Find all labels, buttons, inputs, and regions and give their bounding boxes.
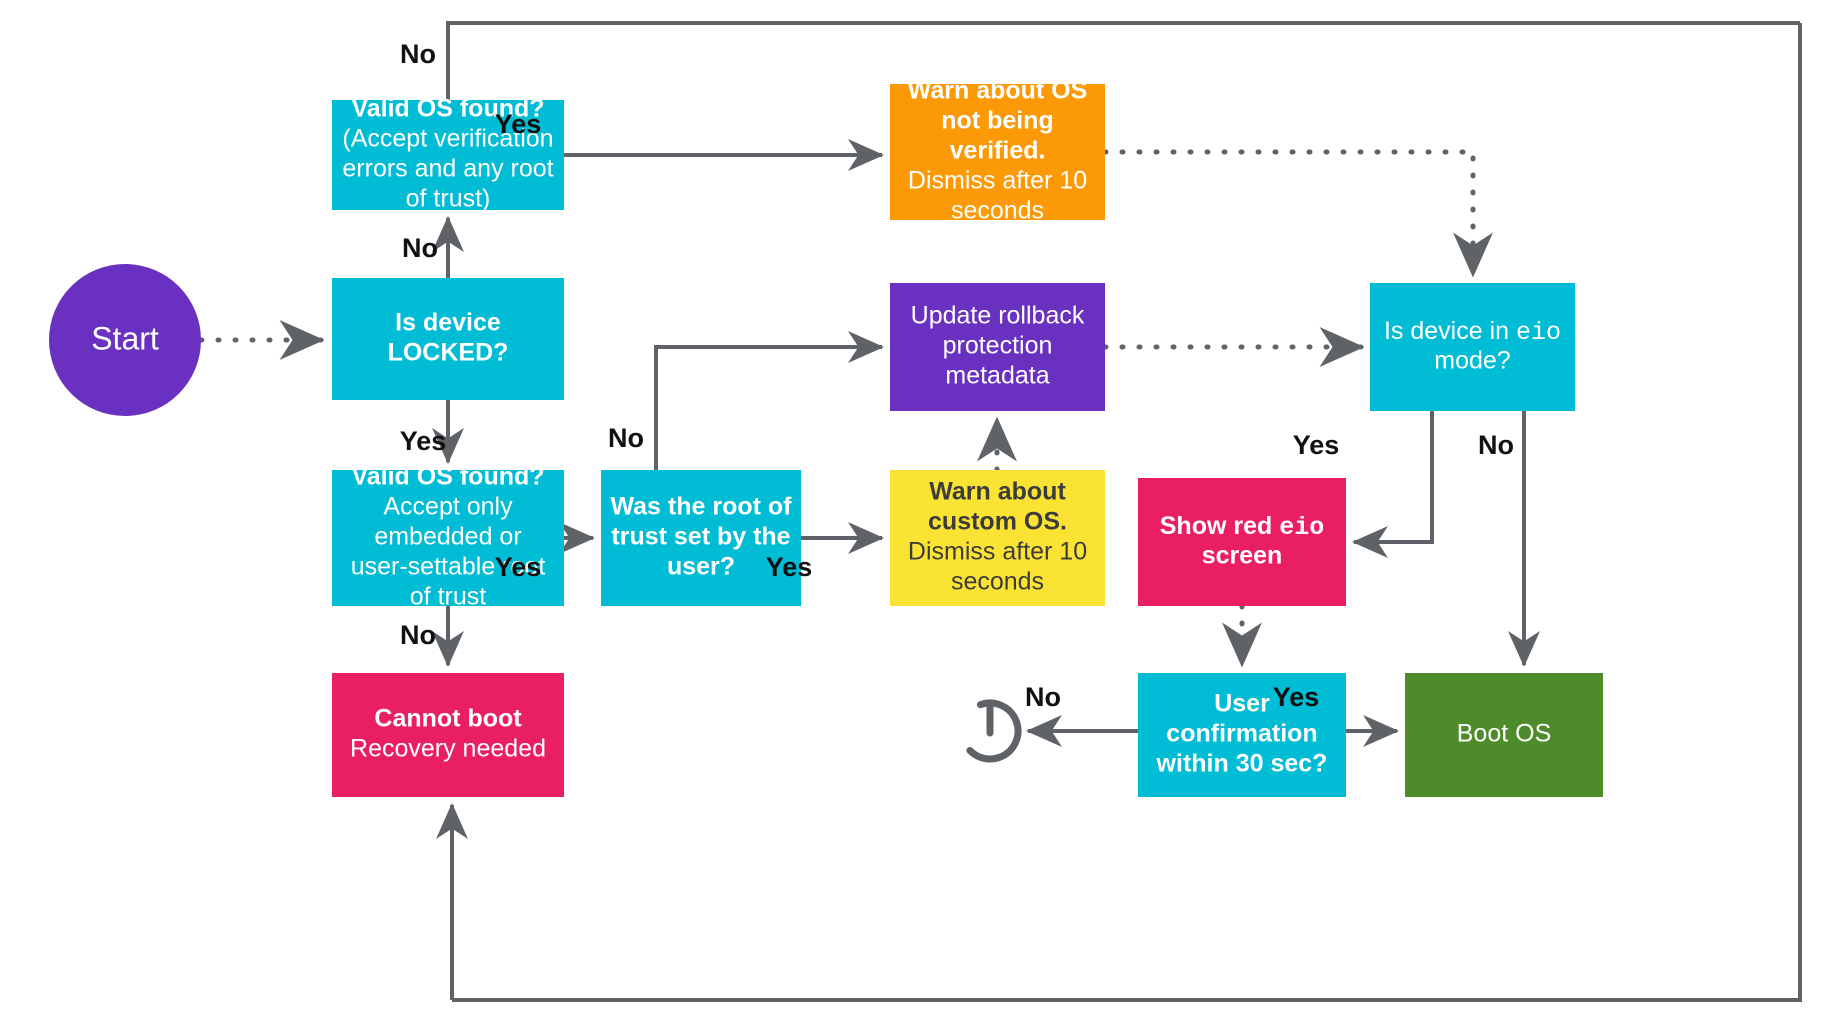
update-rollback-protection-node-line-2: metadata: [945, 362, 1049, 390]
is-device-locked-node-line-0: Is device: [395, 309, 501, 337]
warn-os-not-verified-node[interactable]: Warn about OSnot beingverified.Dismiss a…: [890, 77, 1105, 225]
edge-label-yes-eio-mode: Yes: [1293, 430, 1340, 460]
edge-warn-unverified-to-eio: [1102, 149, 1493, 278]
power-off-icon: [958, 699, 1022, 763]
root-of-trust-set-by-user-node-line-0: Was the root of: [610, 493, 792, 521]
valid-os-found-unlocked-node-line-2: errors and any root: [342, 155, 553, 183]
edge-label-no-device-locked: No: [402, 233, 438, 263]
edge-root-of-trust-no-to-rollback: [654, 331, 884, 470]
start-node[interactable]: Start: [49, 264, 201, 416]
edge-label-yes-unlocked-warn: Yes: [495, 109, 542, 139]
warn-os-not-verified-node-line-4: seconds: [951, 197, 1044, 225]
edge-label-yes-user-confirmation: Yes: [1273, 682, 1320, 712]
update-rollback-protection-node-line-1: protection: [943, 332, 1053, 360]
user-confirmation-node-line-0: User: [1214, 690, 1270, 718]
warn-custom-os-node-line-2: Dismiss after 10: [908, 538, 1087, 566]
is-device-in-eio-mode-node-line-0: Is device in eio: [1384, 317, 1561, 347]
edge-label-yes-root-of-trust: Yes: [766, 552, 813, 582]
edge-label-yes-device-locked: Yes: [400, 426, 447, 456]
show-red-eio-screen-node-line-1: screen: [1202, 542, 1283, 570]
root-of-trust-set-by-user-node-line-2: user?: [667, 553, 735, 581]
warn-custom-os-node[interactable]: Warn aboutcustom OS.Dismiss after 10seco…: [890, 470, 1105, 606]
warn-os-not-verified-node-line-0: Warn about OS: [908, 77, 1088, 105]
warn-os-not-verified-node-line-3: Dismiss after 10: [908, 167, 1087, 195]
valid-os-found-locked-node-line-2: embedded or: [374, 523, 521, 551]
flowchart-canvas: Start Valid OS found? (Accept verification…: [0, 0, 1838, 1028]
edge-no-unlocked-loop: [446, 21, 1800, 100]
warn-custom-os-node-line-1: custom OS.: [928, 508, 1067, 536]
valid-os-found-locked-node-line-1: Accept only: [383, 493, 513, 521]
valid-os-found-locked-node[interactable]: Valid OS found?Accept onlyembedded oruse…: [332, 463, 564, 611]
root-of-trust-set-by-user-node[interactable]: Was the root oftrust set by theuser?: [601, 470, 801, 606]
valid-os-found-locked-node-line-4: of trust: [410, 583, 486, 611]
is-device-locked-node[interactable]: Is deviceLOCKED?: [332, 278, 564, 400]
flowchart-svg: StartValid OS found?(Accept verification…: [49, 21, 1802, 1002]
edge-eio-yes-to-red-screen: [1352, 411, 1434, 558]
edge-label-no-top-loop: No: [400, 39, 436, 69]
is-device-in-eio-mode-node-line-1: mode?: [1434, 347, 1510, 375]
warn-os-not-verified-node-line-2: verified.: [950, 137, 1046, 165]
warn-custom-os-node-line-0: Warn about: [929, 478, 1066, 506]
user-confirmation-node-line-1: confirmation: [1166, 720, 1317, 748]
cannot-boot-node[interactable]: Cannot bootRecovery needed: [332, 673, 564, 797]
boot-os-node-line-0: Boot OS: [1457, 720, 1552, 748]
valid-os-found-locked-node-line-0: Valid OS found?: [351, 463, 544, 491]
edge-label-yes-valid-os-locked: Yes: [495, 552, 542, 582]
edge-label-no-user-confirmation: No: [1025, 682, 1061, 712]
warn-os-not-verified-node-line-1: not being: [941, 107, 1053, 135]
boot-os-node[interactable]: Boot OS: [1405, 673, 1603, 797]
valid-os-found-unlocked-node-line-3: of trust): [406, 185, 491, 213]
edge-label-no-eio-mode: No: [1478, 430, 1514, 460]
is-device-in-eio-mode-node[interactable]: Is device in eiomode?: [1370, 283, 1575, 411]
cannot-boot-node-line-1: Recovery needed: [350, 735, 546, 763]
nodes-layer: StartValid OS found?(Accept verification…: [49, 77, 1603, 797]
user-confirmation-node-line-2: within 30 sec?: [1156, 750, 1328, 778]
root-of-trust-set-by-user-node-line-1: trust set by the: [611, 523, 790, 551]
show-red-eio-screen-node-line-0: Show red eio: [1160, 512, 1324, 542]
edge-label-no-root-of-trust: No: [608, 423, 644, 453]
warn-custom-os-node-line-3: seconds: [951, 568, 1044, 596]
update-rollback-protection-node-line-0: Update rollback: [911, 302, 1085, 330]
start-node-label: Start: [91, 320, 159, 356]
update-rollback-protection-node[interactable]: Update rollbackprotectionmetadata: [890, 283, 1105, 411]
is-device-locked-node-line-1: LOCKED?: [388, 339, 509, 367]
cannot-boot-node-line-0: Cannot boot: [374, 705, 522, 733]
edge-label-no-valid-os-locked: No: [400, 620, 436, 650]
show-red-eio-screen-node[interactable]: Show red eioscreen: [1138, 478, 1346, 606]
